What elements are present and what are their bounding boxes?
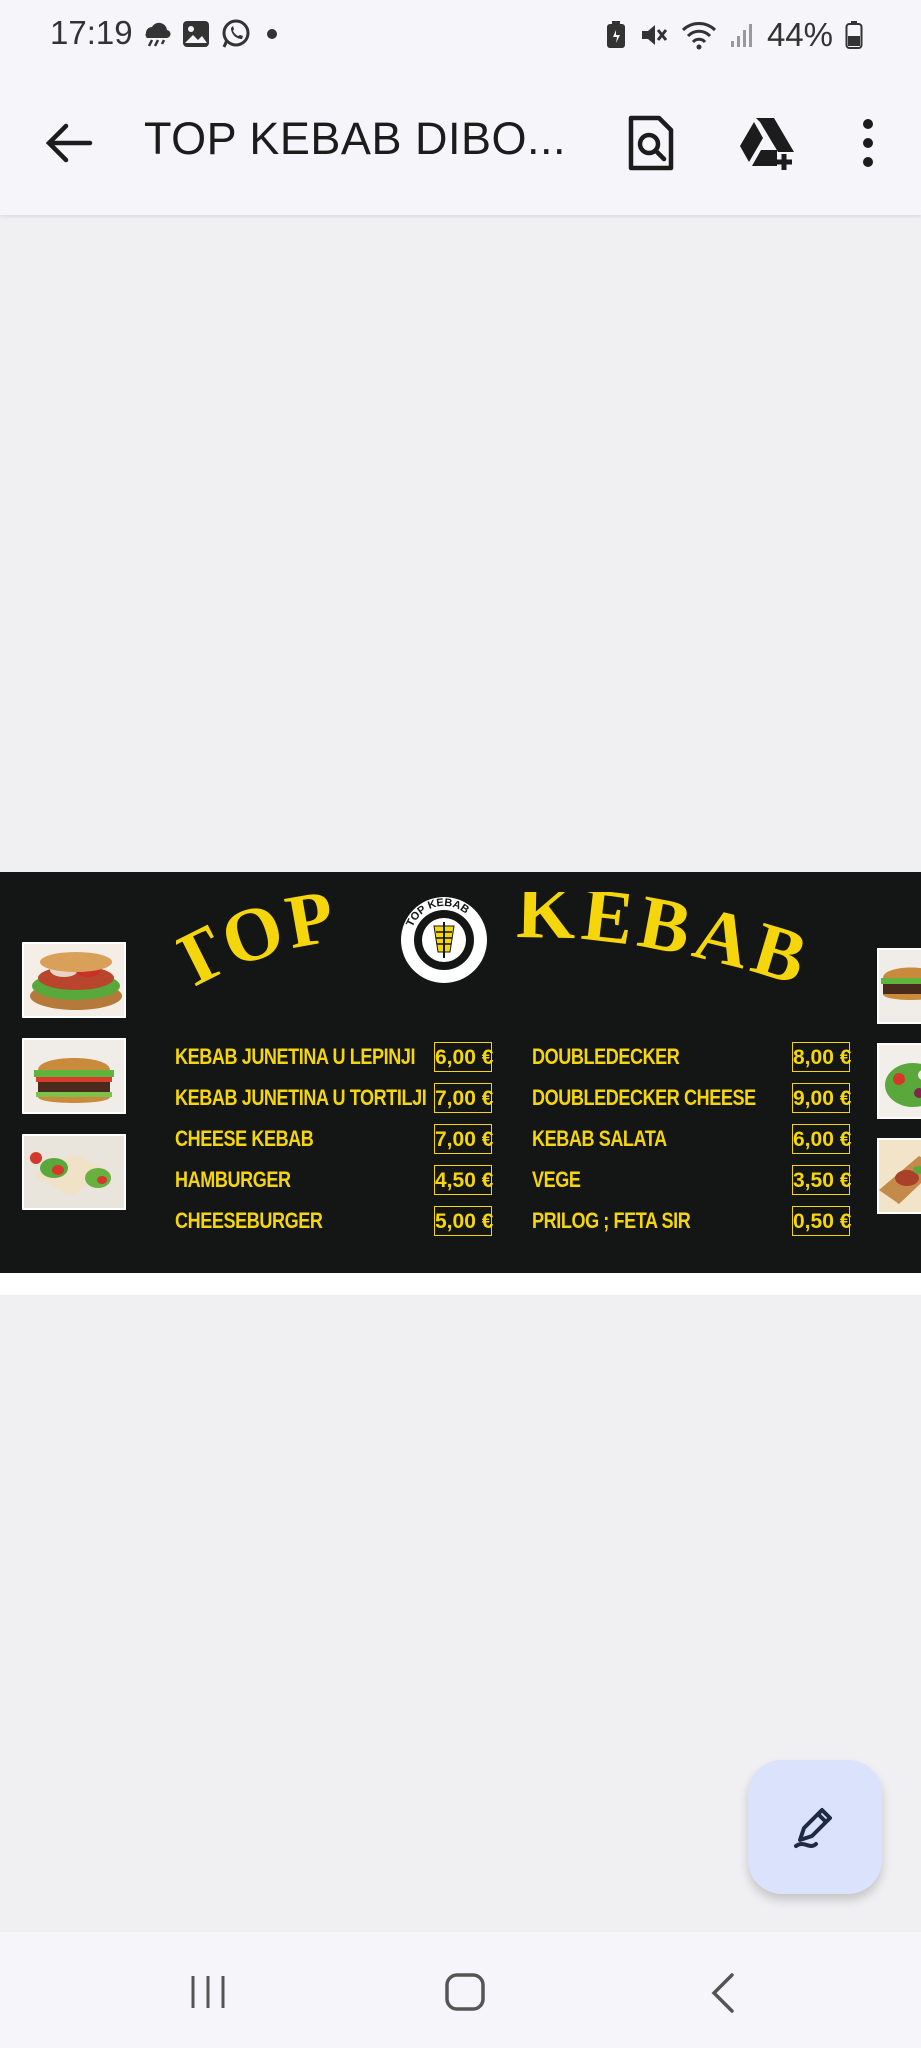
food-photo-salad-right: [877, 1043, 921, 1119]
battery-percentage: 44%: [766, 16, 833, 53]
food-photo-burger: [22, 1038, 126, 1114]
menu-item-name: KEBAB JUNETINA U TORTILJI: [175, 1085, 427, 1110]
menu-item-price: 7,00 €: [434, 1083, 493, 1113]
wifi-icon: [681, 22, 716, 50]
food-photo-kebab-sandwich: [22, 942, 126, 1018]
gallery-icon: [183, 21, 209, 47]
food-photo-wrap: [22, 1134, 126, 1210]
status-bar: 17:19 44%: [0, 0, 921, 70]
weather-storm-icon: [145, 22, 171, 47]
edit-pen-icon: [794, 1808, 832, 1848]
add-to-drive-icon[interactable]: [738, 114, 796, 172]
recents-icon[interactable]: [188, 1974, 228, 2010]
brand-top-text: TOP: [176, 892, 343, 1004]
food-photo-burger-right: [877, 948, 921, 1024]
menu-item-price: 6,00 €: [792, 1124, 851, 1154]
navigation-bar: [0, 1932, 921, 2048]
battery-saver-icon: [606, 21, 625, 48]
menu-item-name: DOUBLEDECKER CHEESE: [532, 1085, 756, 1110]
app-bar: TOP KEBAB DIBO...: [0, 70, 921, 215]
menu-item-name: PRILOG ; FETA SIR: [532, 1208, 691, 1233]
document-title: TOP KEBAB DIBO...: [144, 113, 564, 164]
menu-item-name: HAMBURGER: [175, 1167, 291, 1192]
battery-icon: [845, 21, 863, 49]
whatsapp-icon: [222, 19, 250, 48]
document-page[interactable]: TOP KEBAB TOP KEBAB KEBAB JUNETINA U: [0, 872, 921, 1295]
back-arrow-icon[interactable]: [40, 118, 96, 168]
notification-icons: [140, 18, 282, 50]
back-icon[interactable]: [708, 1972, 738, 2014]
menu-item-name: KEBAB SALATA: [532, 1126, 667, 1151]
menu-item-price: 3,50 €: [792, 1165, 851, 1195]
menu-item-name: CHEESEBURGER: [175, 1208, 323, 1233]
signal-icon: [730, 24, 752, 47]
logo-icon: TOP KEBAB: [401, 897, 487, 983]
dot-icon: [267, 29, 277, 39]
menu-item-price: 7,00 €: [434, 1124, 493, 1154]
menu-item-name: CHEESE KEBAB: [175, 1126, 314, 1151]
menu-item-price: 6,00 €: [434, 1042, 493, 1072]
brand-heading: TOP KEBAB TOP KEBAB: [176, 892, 821, 1004]
edit-fab-button[interactable]: [748, 1760, 882, 1894]
food-photo-wrap-right: [877, 1138, 921, 1214]
menu-item-price: 0,50 €: [792, 1206, 851, 1236]
menu-item-price: 4,50 €: [434, 1165, 493, 1195]
menu-banner-image: TOP KEBAB TOP KEBAB KEBAB JUNETINA U: [0, 872, 921, 1273]
status-time: 17:19: [50, 14, 133, 51]
system-icons: 44%: [605, 16, 863, 54]
brand-kebab-text: KEBAB: [516, 892, 821, 1002]
menu-item-price: 8,00 €: [792, 1042, 851, 1072]
menu-item-name: VEGE: [532, 1167, 581, 1192]
menu-item-name: KEBAB JUNETINA U LEPINJI: [175, 1044, 416, 1069]
menu-item-price: 5,00 €: [434, 1206, 493, 1236]
menu-item-price: 9,00 €: [792, 1083, 851, 1113]
home-icon[interactable]: [444, 1972, 486, 2012]
mute-icon: [641, 25, 668, 45]
find-in-page-icon[interactable]: [625, 114, 677, 172]
more-vert-icon[interactable]: [856, 118, 880, 168]
menu-item-name: DOUBLEDECKER: [532, 1044, 680, 1069]
